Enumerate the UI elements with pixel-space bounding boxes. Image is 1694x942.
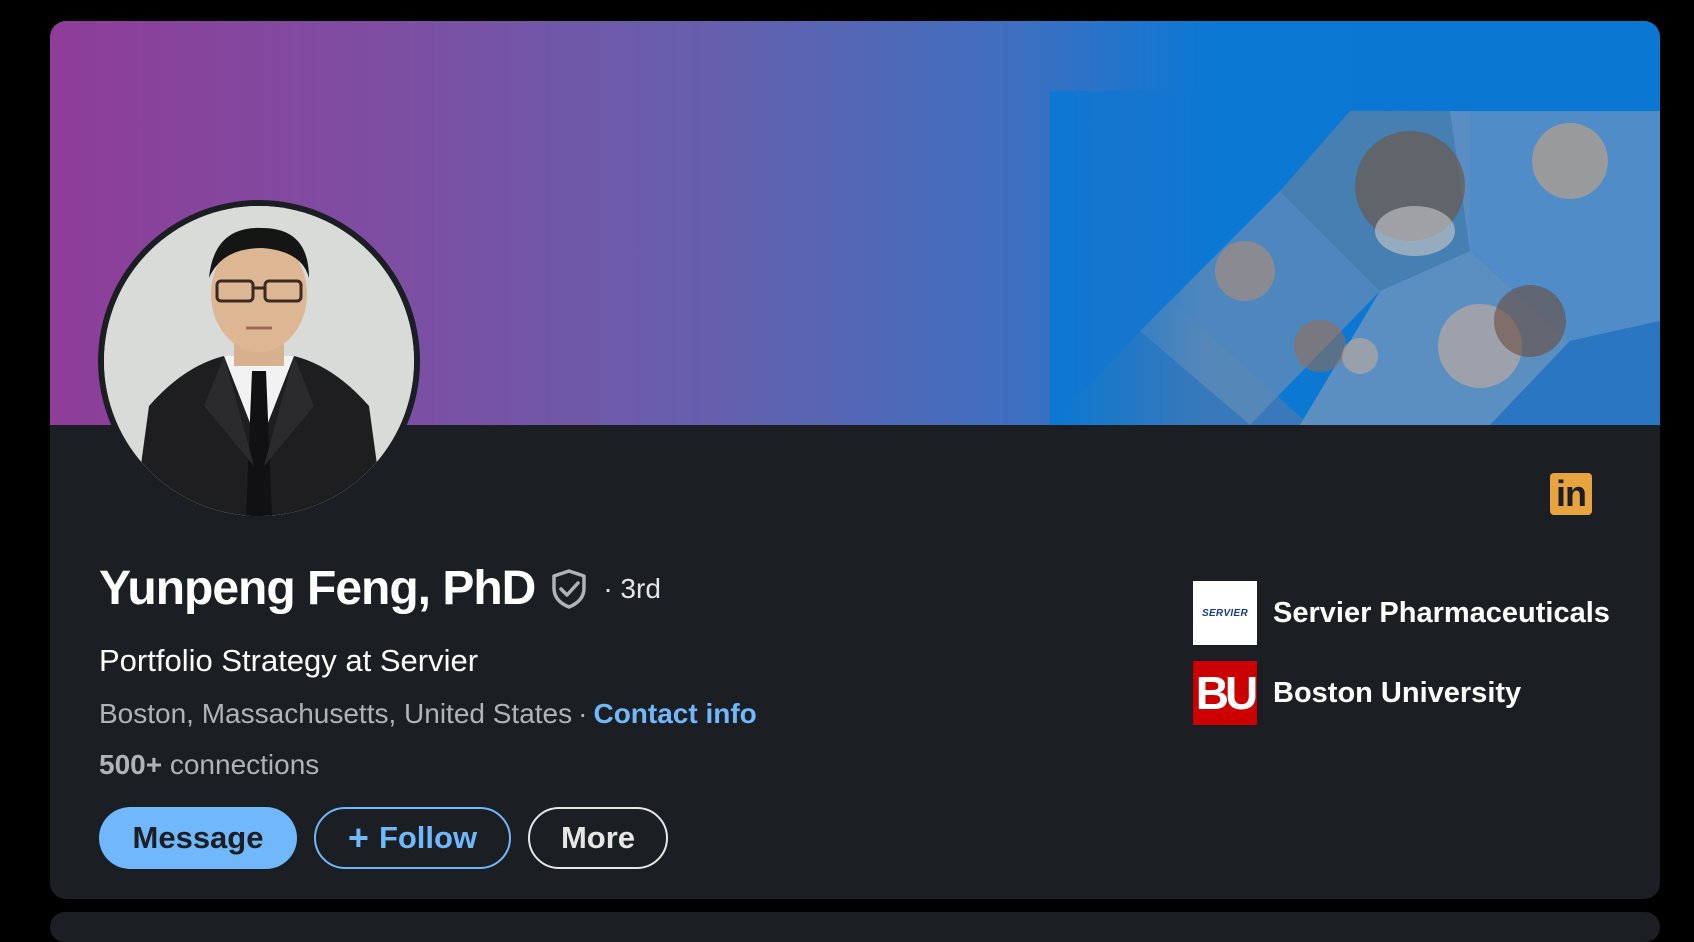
connections-count: 500+ (99, 749, 163, 780)
current-company-link[interactable]: SERVIER Servier Pharmaceuticals (1193, 581, 1610, 645)
company-name: Servier Pharmaceuticals (1273, 596, 1610, 629)
verified-shield-icon[interactable] (549, 568, 589, 610)
follow-button[interactable]: + Follow (314, 807, 511, 869)
next-section-card (50, 912, 1660, 942)
name-row: Yunpeng Feng, PhD · 3rd (99, 561, 661, 616)
servier-logo-text: SERVIER (1201, 607, 1248, 619)
separator-dot: · (578, 698, 588, 729)
banner-photo-collage (1050, 91, 1660, 425)
profile-name: Yunpeng Feng, PhD (99, 562, 536, 615)
more-button[interactable]: More (528, 807, 668, 869)
plus-icon: + (347, 817, 369, 858)
linkedin-logo-icon[interactable]: in (1550, 473, 1592, 515)
message-button[interactable]: Message (99, 807, 297, 869)
boston-university-logo-icon: BU (1193, 661, 1257, 725)
follow-label: Follow (378, 820, 478, 855)
profile-headline: Portfolio Strategy at Servier (99, 643, 479, 678)
location-row: Boston, Massachusetts, United States · Con… (99, 698, 757, 730)
connections-label: connections (169, 749, 320, 780)
school-name: Boston University (1273, 676, 1522, 709)
profile-card: in Yunpeng Feng, PhD · 3rd Portfolio Str… (50, 21, 1660, 899)
bu-logo-text: BU (1195, 667, 1257, 719)
profile-location: Boston, Massachusetts, United States (99, 698, 573, 729)
profile-actions: Message + Follow More (99, 807, 668, 869)
profile-photo[interactable] (104, 206, 414, 516)
contact-info-link[interactable]: Contact info (593, 698, 756, 729)
education-link[interactable]: BU Boston University (1193, 661, 1521, 725)
profile-photo-frame[interactable] (98, 200, 420, 522)
connections-count-link[interactable]: 500+ connections (99, 749, 319, 781)
connection-degree: · 3rd (603, 572, 661, 604)
servier-logo-icon: SERVIER (1193, 581, 1257, 645)
